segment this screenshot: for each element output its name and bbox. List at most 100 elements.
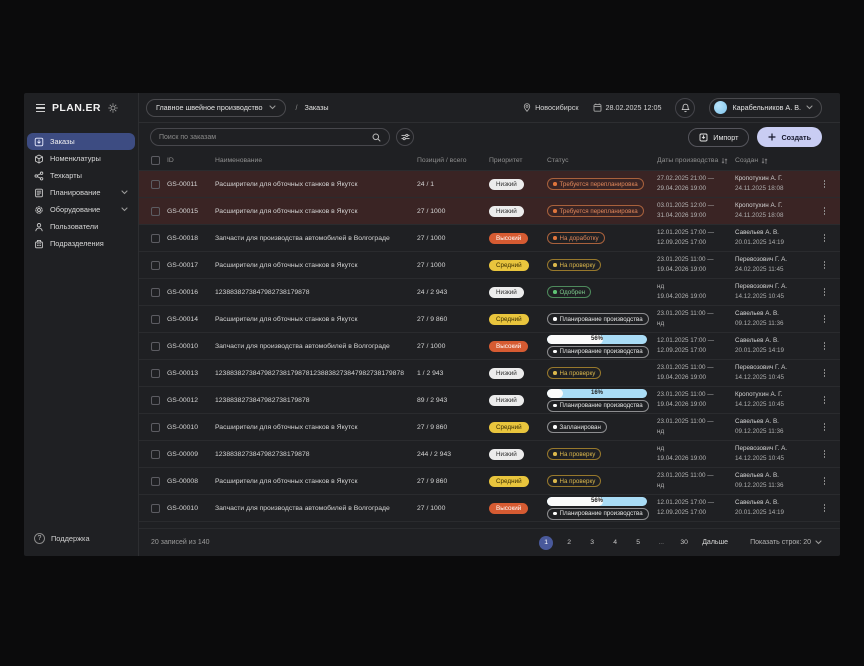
gear-icon[interactable]: [108, 103, 118, 113]
select-all-checkbox[interactable]: [151, 156, 160, 165]
page-button-1[interactable]: 1: [539, 536, 553, 550]
sliders-icon: [401, 133, 410, 141]
row-menu-button[interactable]: [819, 234, 830, 242]
table-row[interactable]: GS-00010Запчасти для производства автомо…: [139, 495, 840, 522]
table-row[interactable]: GS-00011Расширители для обточных станков…: [139, 171, 840, 198]
created-cell: Савельев А. В.20.01.2025 14:19: [735, 499, 819, 517]
main-area: Главное швейное производство / Заказы Но…: [139, 93, 840, 556]
status-badge: Планирование производства: [547, 508, 649, 520]
table-row[interactable]: GS-00015Расширители для обточных станков…: [139, 198, 840, 225]
row-checkbox[interactable]: [151, 423, 160, 432]
priority-cell: Высокий: [489, 233, 547, 244]
user-name: Карабельников А. В.: [732, 103, 801, 112]
next-page-button[interactable]: Дальше: [702, 539, 728, 546]
table-row[interactable]: GS-0001312388382738479827381798781238838…: [139, 360, 840, 387]
page-button-4[interactable]: 4: [608, 536, 622, 550]
sidebar-item-departments[interactable]: Подразделения: [27, 235, 135, 252]
row-menu-button[interactable]: [819, 288, 830, 296]
row-checkbox[interactable]: [151, 234, 160, 243]
row-checkbox[interactable]: [151, 180, 160, 189]
row-checkbox[interactable]: [151, 477, 160, 486]
row-menu-button[interactable]: [819, 261, 830, 269]
sidebar-item-planning[interactable]: Планирование: [27, 184, 135, 201]
row-checkbox[interactable]: [151, 261, 160, 270]
table-row[interactable]: GS-00010Запчасти для производства автомо…: [139, 333, 840, 360]
row-menu-button[interactable]: [819, 477, 830, 485]
sort-icon[interactable]: [761, 157, 768, 165]
search-input[interactable]: [159, 134, 366, 141]
row-checkbox[interactable]: [151, 504, 160, 513]
rows-per-page-select[interactable]: Показать строк: 20: [750, 539, 822, 546]
table-row[interactable]: GS-000091238838273847982738179878244 / 2…: [139, 441, 840, 468]
sidebar-item-nomenclatures[interactable]: Номенклатуры: [27, 150, 135, 167]
row-menu-button[interactable]: [819, 423, 830, 431]
order-name: Запчасти для производства автомобилей в …: [215, 343, 417, 350]
row-checkbox[interactable]: [151, 315, 160, 324]
filters-button[interactable]: [396, 128, 414, 146]
column-header-created[interactable]: Создан: [735, 157, 819, 165]
priority-badge: Низкий: [489, 179, 524, 190]
column-header-positions[interactable]: Позиций / всего: [417, 157, 489, 164]
column-header-dates[interactable]: Даты производства: [657, 157, 735, 165]
priority-cell: Низкий: [489, 368, 547, 379]
table-row[interactable]: GS-00008Расширители для обточных станков…: [139, 468, 840, 495]
sidebar-item-support[interactable]: ? Поддержка: [34, 533, 90, 544]
order-positions: 27 / 1000: [417, 235, 489, 242]
row-menu-button[interactable]: [819, 450, 830, 458]
row-menu-button[interactable]: [819, 315, 830, 323]
sidebar-item-orders[interactable]: Заказы: [27, 133, 135, 150]
row-checkbox[interactable]: [151, 288, 160, 297]
sort-icon[interactable]: [721, 157, 728, 165]
priority-cell: Средний: [489, 260, 547, 271]
column-header-id[interactable]: ID: [167, 157, 215, 164]
table-row[interactable]: GS-00017Расширители для обточных станков…: [139, 252, 840, 279]
table-row[interactable]: GS-00010Расширители для обточных станков…: [139, 414, 840, 441]
priority-cell: Низкий: [489, 395, 547, 406]
sidebar-item-techcards[interactable]: Техкарты: [27, 167, 135, 184]
page-button-3[interactable]: 3: [585, 536, 599, 550]
row-menu-button[interactable]: [819, 207, 830, 215]
row-checkbox[interactable]: [151, 207, 160, 216]
table-row[interactable]: GS-00018Запчасти для производства автомо…: [139, 225, 840, 252]
import-button[interactable]: Импорт: [688, 128, 749, 147]
plus-icon: [768, 133, 776, 141]
sidebar-item-users[interactable]: Пользователи: [27, 218, 135, 235]
page-button-30[interactable]: 30: [677, 536, 691, 550]
progress-bar: 56%: [547, 335, 647, 344]
row-checkbox[interactable]: [151, 342, 160, 351]
priority-badge: Средний: [489, 260, 529, 271]
status-dot-icon: [553, 290, 557, 294]
row-menu-button[interactable]: [819, 504, 830, 512]
table-row[interactable]: GS-00016123883827384798273817987824 / 2 …: [139, 279, 840, 306]
status-dot-icon: [553, 452, 557, 456]
table-row[interactable]: GS-00012123883827384798273817987889 / 2 …: [139, 387, 840, 414]
table-row[interactable]: GS-00014Расширители для обточных станков…: [139, 306, 840, 333]
row-menu-button[interactable]: [819, 342, 830, 350]
page-button-5[interactable]: 5: [631, 536, 645, 550]
production-dates: 23.01.2025 11:00 —нд: [657, 418, 735, 436]
hamburger-menu-icon[interactable]: [36, 104, 45, 112]
order-name: 1238838273847982738179878: [215, 451, 417, 458]
date-selector[interactable]: 28.02.2025 12:05: [593, 103, 662, 112]
create-button[interactable]: Создать: [757, 127, 822, 147]
org-selector[interactable]: Главное швейное производство: [146, 99, 286, 117]
row-checkbox[interactable]: [151, 450, 160, 459]
row-checkbox[interactable]: [151, 369, 160, 378]
order-name: 1238838273847982738179878: [215, 289, 417, 296]
row-checkbox[interactable]: [151, 396, 160, 405]
notifications-button[interactable]: [675, 98, 695, 118]
location-selector[interactable]: Новосибирск: [523, 103, 578, 112]
column-header-name[interactable]: Наименование: [215, 157, 417, 164]
page-button-2[interactable]: 2: [562, 536, 576, 550]
row-menu-button[interactable]: [819, 396, 830, 404]
sidebar-item-equipment[interactable]: Оборудование: [27, 201, 135, 218]
column-header-status[interactable]: Статус: [547, 157, 657, 164]
created-cell: Перевозович Г. А.14.12.2025 10:45: [735, 445, 819, 463]
row-menu-button[interactable]: [819, 180, 830, 188]
column-header-priority[interactable]: Приоритет: [489, 157, 547, 164]
order-id: GS-00013: [167, 370, 215, 377]
row-menu-button[interactable]: [819, 369, 830, 377]
user-menu[interactable]: Карабельников А. В.: [709, 98, 822, 118]
top-bar: Главное швейное производство / Заказы Но…: [139, 93, 840, 123]
status-badge: На доработку: [547, 232, 605, 244]
